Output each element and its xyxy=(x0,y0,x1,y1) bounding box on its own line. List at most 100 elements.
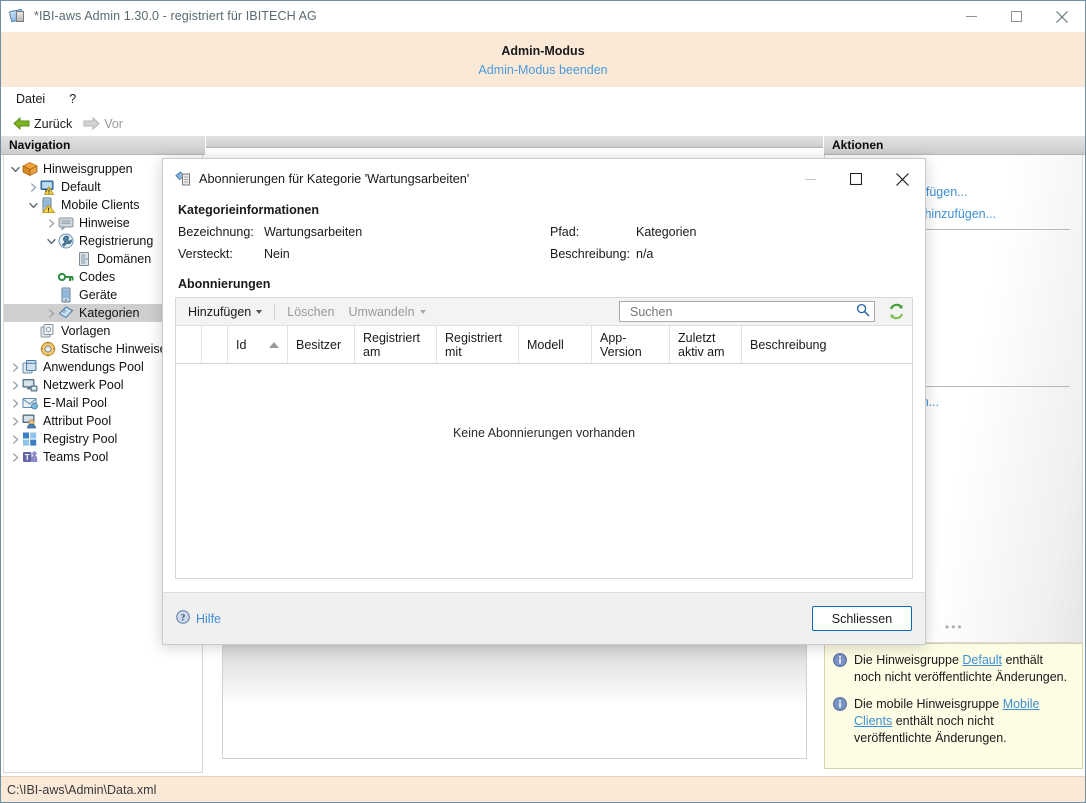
chevron-right-icon[interactable] xyxy=(8,363,22,372)
tree-item-label: Default xyxy=(61,180,101,194)
chevron-right-icon[interactable] xyxy=(26,183,40,192)
chevron-down-icon xyxy=(420,310,426,314)
network-icon xyxy=(22,377,39,393)
grid-column-label: Modell xyxy=(527,338,564,352)
add-button[interactable]: Hinzufügen xyxy=(182,302,268,322)
chevron-right-icon[interactable] xyxy=(8,453,22,462)
chevron-right-icon[interactable] xyxy=(8,417,22,426)
grid-column-label: Registriert mit xyxy=(445,331,510,359)
notification-text: Die Hinweisgruppe Default enthält noch n… xyxy=(854,652,1072,686)
chevron-right-icon[interactable] xyxy=(8,435,22,444)
window-close-button[interactable] xyxy=(1039,1,1085,32)
forward-arrow-icon xyxy=(83,117,100,130)
dialog-titlebar: Abonnierungen für Kategorie 'Wartungsarb… xyxy=(163,159,925,199)
mobile-warn-icon xyxy=(40,197,57,213)
grid-header-row[interactable]: Id Besitzer Registriert am Registriert mit M… xyxy=(176,326,912,364)
notification-link-default[interactable]: Default xyxy=(962,653,1002,667)
window-minimize-button[interactable] xyxy=(949,1,994,32)
search-icon[interactable] xyxy=(856,303,870,320)
chevron-down-icon[interactable] xyxy=(8,165,22,174)
admin-mode-banner: Admin-Modus Admin-Modus beenden xyxy=(1,32,1085,87)
grid-column-header-blank-1[interactable] xyxy=(202,326,228,363)
info-row-bezeichnung: Bezeichnung: Wartungsarbeiten xyxy=(178,225,550,239)
dialog-close-button[interactable] xyxy=(879,159,925,199)
window-titlebar: *IBI-aws Admin 1.30.0 - registriert für … xyxy=(1,1,1085,32)
grid-column-label: App-Version xyxy=(600,331,661,359)
status-bar: C:\IBI-aws\Admin\Data.xml xyxy=(1,776,1085,802)
info-value: n/a xyxy=(636,247,653,261)
category-info-right-column: Pfad: Kategorien Beschreibung: n/a xyxy=(550,225,696,261)
menu-help[interactable]: ? xyxy=(60,90,85,108)
chevron-down-icon[interactable] xyxy=(44,237,58,246)
tree-item-label: Teams Pool xyxy=(43,450,108,464)
device-icon xyxy=(58,287,75,303)
tree-item-label: Attribut Pool xyxy=(43,414,111,428)
tree-item-label: E-Mail Pool xyxy=(43,396,107,410)
grid-column-header-besitzer[interactable]: Besitzer xyxy=(288,326,355,363)
tree-item-label: Hinweisgruppen xyxy=(43,162,133,176)
admin-mode-exit-link[interactable]: Admin-Modus beenden xyxy=(478,63,607,77)
forward-button-label: Vor xyxy=(104,117,123,131)
close-dialog-button[interactable]: Schliessen xyxy=(812,606,912,631)
grid-column-label: Beschreibung xyxy=(750,338,826,352)
grid-column-header-blank-0[interactable] xyxy=(176,326,202,363)
delete-button[interactable]: Löschen xyxy=(281,302,340,322)
wrench-icon xyxy=(58,233,75,249)
registry-icon xyxy=(22,431,39,447)
grid-empty-message: Keine Abonnierungen vorhanden xyxy=(176,364,912,578)
apppool-icon xyxy=(22,359,39,375)
key-icon xyxy=(58,269,75,285)
grid-column-header-app-version[interactable]: App-Version xyxy=(592,326,670,363)
email-icon xyxy=(22,395,39,411)
chevron-down-icon[interactable] xyxy=(26,201,40,210)
menu-datei[interactable]: Datei xyxy=(7,90,54,108)
monitor-warn-icon xyxy=(40,179,57,195)
grid-column-header-registriert-am[interactable]: Registriert am xyxy=(355,326,437,363)
grid-column-header-zuletzt-aktiv-am[interactable]: Zuletzt aktiv am xyxy=(670,326,742,363)
admin-mode-title: Admin-Modus xyxy=(501,44,584,58)
category-info-heading: Kategorieinformationen xyxy=(178,203,913,217)
svg-text:T: T xyxy=(25,453,30,462)
grid-column-header-beschreibung[interactable]: Beschreibung xyxy=(742,326,913,363)
delete-button-label: Löschen xyxy=(287,305,334,319)
window-title: *IBI-aws Admin 1.30.0 - registriert für … xyxy=(34,9,317,23)
grid-column-header-id[interactable]: Id xyxy=(228,326,288,363)
notification-item: Die mobile Hinweisgruppe Mobile Clients … xyxy=(833,696,1072,747)
grid-column-header-modell[interactable]: Modell xyxy=(519,326,592,363)
convert-button[interactable]: Umwandeln xyxy=(343,302,432,322)
chevron-right-icon[interactable] xyxy=(8,381,22,390)
chevron-right-icon[interactable] xyxy=(8,399,22,408)
info-label: Bezeichnung: xyxy=(178,225,264,239)
info-row-versteckt: Versteckt: Nein xyxy=(178,247,550,261)
dialog-minimize-button[interactable] xyxy=(787,159,833,199)
sort-ascending-icon xyxy=(269,342,279,348)
window-maximize-button[interactable] xyxy=(994,1,1039,32)
templates-icon xyxy=(40,323,57,339)
subscriptions-heading: Abonnierungen xyxy=(178,277,913,291)
subscriptions-grid: Hinzufügen Löschen Umwandeln xyxy=(175,297,913,579)
help-link-label: Hilfe xyxy=(196,612,221,626)
content-pane-header xyxy=(206,136,823,148)
back-button[interactable]: Zurück xyxy=(9,116,76,132)
navigation-toolbar: Zurück Vor xyxy=(1,111,1085,136)
info-icon xyxy=(833,697,847,711)
notification-text: Die mobile Hinweisgruppe Mobile Clients … xyxy=(854,696,1072,747)
category-info-left-column: Bezeichnung: Wartungsarbeiten Versteckt:… xyxy=(178,225,550,261)
grid-column-header-registriert-mit[interactable]: Registriert mit xyxy=(437,326,519,363)
package-icon xyxy=(22,161,39,177)
search-input[interactable] xyxy=(628,304,856,320)
forward-button[interactable]: Vor xyxy=(79,116,127,132)
search-box[interactable] xyxy=(619,301,875,322)
help-link[interactable]: ? Hilfe xyxy=(176,610,221,627)
chevron-right-icon[interactable] xyxy=(44,219,58,228)
tree-item-label: Geräte xyxy=(79,288,117,302)
grid-column-label: Id xyxy=(236,338,246,352)
grid-column-label: Besitzer xyxy=(296,338,341,352)
add-button-label: Hinzufügen xyxy=(188,305,251,319)
chevron-right-icon[interactable] xyxy=(44,309,58,318)
dialog-maximize-button[interactable] xyxy=(833,159,879,199)
notification-item: Die Hinweisgruppe Default enthält noch n… xyxy=(833,652,1072,686)
refresh-button[interactable] xyxy=(886,302,906,322)
info-label: Pfad: xyxy=(550,225,636,239)
actions-overflow-dots[interactable]: ••• xyxy=(945,620,964,634)
